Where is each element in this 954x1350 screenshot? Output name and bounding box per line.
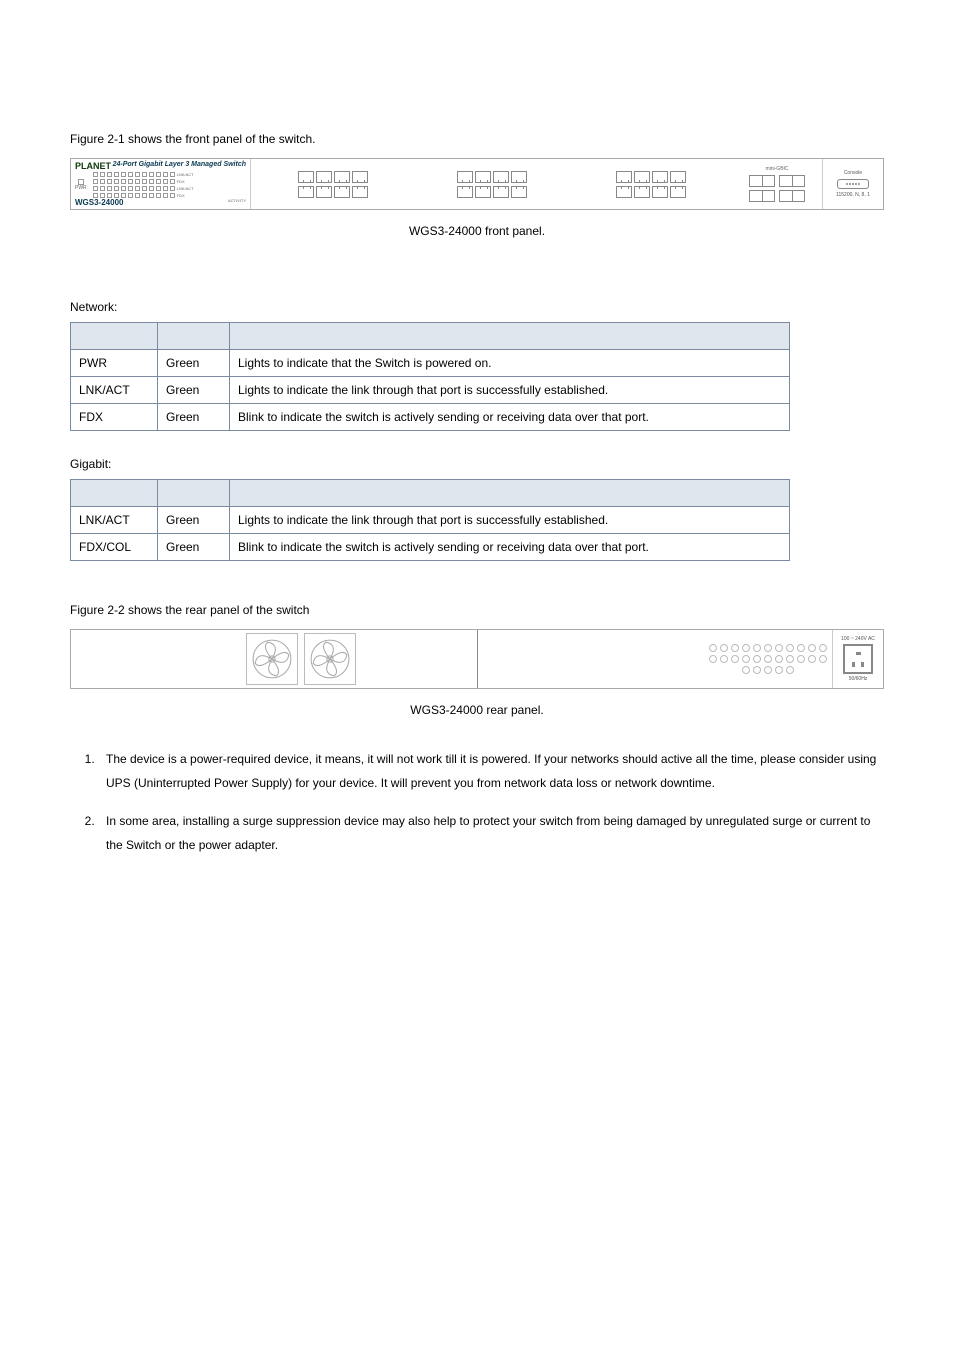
front-panel-sfp: mini-GBIC [732, 159, 822, 209]
figure-2-1-caption: WGS3-24000 front panel. [70, 224, 884, 238]
ac-socket-icon [843, 644, 873, 674]
led-grid: LNK/ACT FDX LNK/ACT FDX [93, 172, 194, 198]
gigabit-heading: Gigabit: [70, 457, 884, 471]
vent-holes [704, 640, 832, 678]
network-heading: Network: [70, 300, 884, 314]
console-label: Console [844, 170, 862, 176]
list-item: In some area, installing a surge suppres… [98, 809, 884, 857]
gigabit-led-table: LED Color Function LNK/ACT Green Lights … [70, 479, 790, 561]
device-title: 24-Port Gigabit Layer 3 Managed Switch [113, 161, 246, 168]
divider-line [477, 630, 478, 689]
network-led-table: LED Color Function PWR Green Lights to i… [70, 322, 790, 431]
list-item: The device is a power-required device, i… [98, 747, 884, 795]
activity-label: ACTIVITY [228, 198, 246, 207]
front-panel-figure: PLANET 24-Port Gigabit Layer 3 Managed S… [70, 158, 884, 210]
fan-group [244, 631, 358, 687]
table-row: FDX Green Blink to indicate the switch i… [71, 404, 790, 431]
table-row: FDX/COL Green Blink to indicate the swit… [71, 534, 790, 561]
serial-port-icon [837, 179, 869, 189]
th-func: Function [230, 480, 790, 507]
th-led: LED [71, 480, 158, 507]
sfp-label: mini-GBIC [765, 166, 788, 172]
frequency-label: 50/60Hz [849, 676, 868, 682]
front-panel-console: Console 115200, N, 8, 1 [822, 159, 883, 209]
figure-2-2-caption: WGS3-24000 rear panel. [70, 703, 884, 717]
th-func: Function [230, 323, 790, 350]
table-row: LNK/ACT Green Lights to indicate the lin… [71, 507, 790, 534]
notes-list: The device is a power-required device, i… [70, 747, 884, 857]
fan-icon [246, 633, 298, 685]
th-color: Color [158, 480, 230, 507]
front-panel-left: PLANET 24-Port Gigabit Layer 3 Managed S… [71, 159, 251, 209]
table-row: LNK/ACT Green Lights to indicate the lin… [71, 377, 790, 404]
power-inlet: 100 ~ 240V AC 50/60Hz [832, 630, 883, 688]
pwr-led-label: PWR [75, 185, 87, 191]
model-label: WGS3-24000 [75, 198, 123, 207]
serial-settings-label: 115200, N, 8, 1 [836, 192, 870, 198]
table-row: PWR Green Lights to indicate that the Sw… [71, 350, 790, 377]
figure-2-1-intro: Figure 2-1 shows the front panel of the … [70, 130, 884, 148]
rear-panel-figure: 100 ~ 240V AC 50/60Hz [70, 629, 884, 689]
fan-icon [304, 633, 356, 685]
page: Figure 2-1 shows the front panel of the … [0, 0, 954, 931]
th-color: Color [158, 323, 230, 350]
voltage-label: 100 ~ 240V AC [841, 636, 875, 642]
th-led: LED [71, 323, 158, 350]
brand-logo: PLANET [75, 161, 111, 171]
figure-2-2-intro: Figure 2-2 shows the rear panel of the s… [70, 601, 884, 619]
front-panel-ports [251, 159, 732, 209]
